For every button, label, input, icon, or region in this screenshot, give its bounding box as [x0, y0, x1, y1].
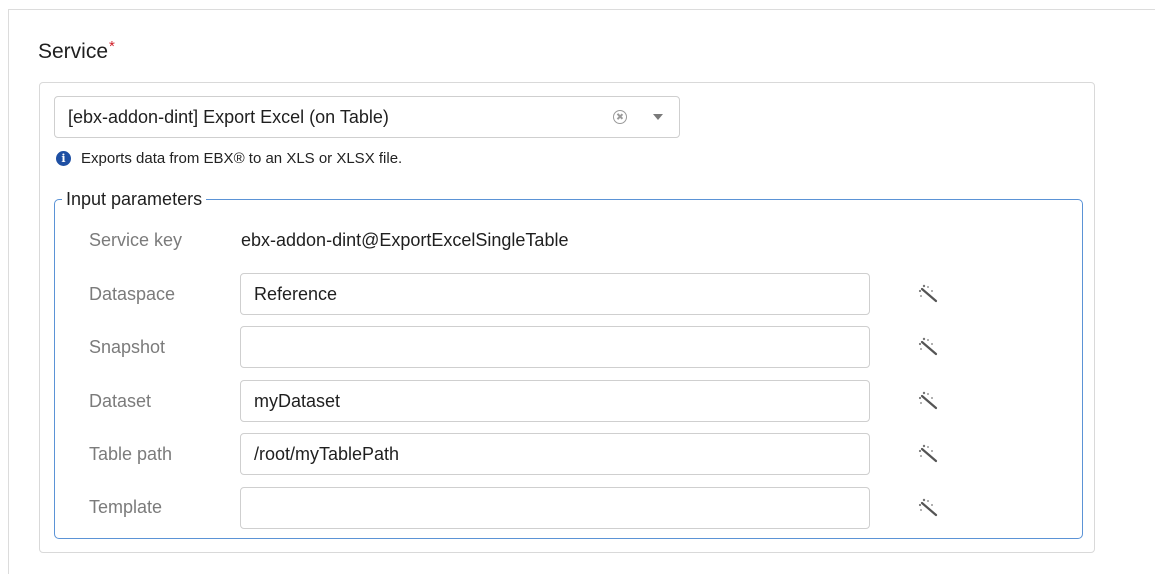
- service-description-text: Exports data from EBX® to an XLS or XLSX…: [81, 150, 403, 167]
- magic-wand-icon[interactable]: [918, 283, 940, 305]
- dataspace-label: Dataspace: [89, 284, 176, 304]
- service-key-label: Service key: [89, 230, 183, 250]
- template-field[interactable]: [240, 487, 870, 529]
- service-label-text: Service: [38, 40, 109, 63]
- table-path-label: Table path: [89, 444, 173, 464]
- chevron-down-icon[interactable]: [653, 114, 663, 120]
- magic-wand-icon[interactable]: [918, 390, 940, 412]
- dataspace-field[interactable]: Reference: [240, 273, 870, 315]
- service-select-value: [ebx-addon-dint] Export Excel (on Table): [68, 106, 389, 127]
- clear-icon[interactable]: [613, 110, 627, 124]
- service-select[interactable]: [ebx-addon-dint] Export Excel (on Table): [54, 96, 680, 138]
- input-parameters-legend: Input parameters: [62, 189, 207, 210]
- dataset-field[interactable]: myDataset: [240, 380, 870, 422]
- dataset-field-value: myDataset: [254, 390, 341, 411]
- table-path-field[interactable]: /root/myTablePath: [240, 433, 870, 475]
- magic-wand-icon[interactable]: [918, 336, 940, 358]
- magic-wand-icon[interactable]: [918, 497, 940, 519]
- service-label: Service*: [38, 38, 115, 64]
- snapshot-field[interactable]: [240, 326, 870, 368]
- template-label: Template: [89, 497, 163, 517]
- dataset-label: Dataset: [89, 391, 152, 411]
- magic-wand-icon[interactable]: [918, 443, 940, 465]
- snapshot-label: Snapshot: [89, 337, 166, 357]
- table-path-field-value: /root/myTablePath: [254, 443, 400, 464]
- info-icon: i: [56, 151, 71, 166]
- service-key-value: ebx-addon-dint@ExportExcelSingleTable: [241, 230, 569, 250]
- required-marker: *: [109, 38, 115, 55]
- dataspace-field-value: Reference: [254, 283, 338, 304]
- service-description: i Exports data from EBX® to an XLS or XL…: [56, 150, 402, 167]
- top-divider: [8, 9, 1093, 10]
